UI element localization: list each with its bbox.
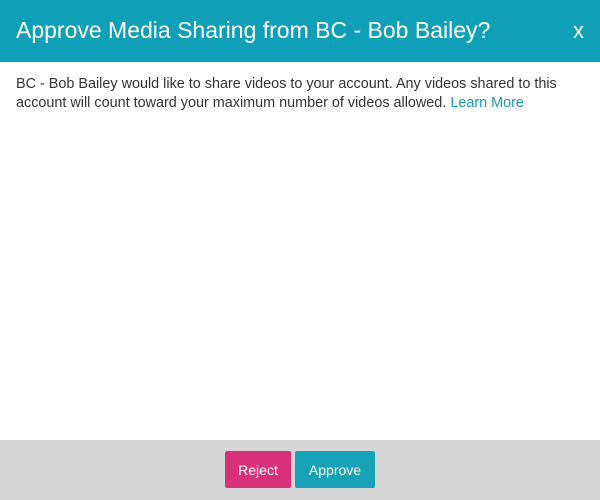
dialog-title: Approve Media Sharing from BC - Bob Bail… bbox=[16, 17, 491, 43]
dialog-header: Approve Media Sharing from BC - Bob Bail… bbox=[0, 0, 600, 62]
approve-media-sharing-dialog: Approve Media Sharing from BC - Bob Bail… bbox=[0, 0, 600, 500]
dialog-footer: Reject Approve bbox=[0, 440, 600, 500]
learn-more-link[interactable]: Learn More bbox=[450, 95, 524, 111]
approve-button[interactable]: Approve bbox=[295, 451, 375, 488]
close-button[interactable]: x bbox=[571, 18, 586, 44]
reject-button[interactable]: Reject bbox=[225, 451, 291, 488]
dialog-message: BC - Bob Bailey would like to share vide… bbox=[16, 75, 576, 113]
